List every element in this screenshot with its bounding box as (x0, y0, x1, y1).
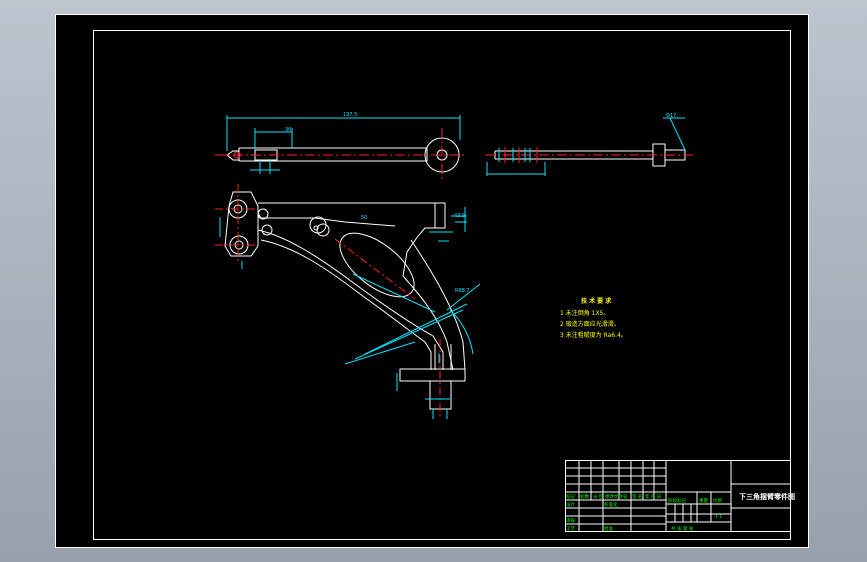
dim-top-left: 30 (285, 127, 291, 133)
tb-scale: 比例 (713, 497, 722, 504)
tb-count: 处数 (580, 493, 589, 500)
tech-req-item-1: 1 未注倒角 1X5。 (560, 309, 609, 317)
dim-front-small: 50 (361, 215, 367, 221)
tb-std: 标准化 (604, 501, 618, 508)
outer-border (55, 14, 809, 548)
tb-process: 工艺 (566, 526, 575, 532)
dim-overall-length: 197.5 (343, 112, 357, 118)
side-view (485, 117, 695, 176)
inner-frame (93, 30, 791, 540)
tb-docno: 更改文件号 (605, 493, 628, 500)
tb-design: 设计 (566, 501, 575, 508)
tb-date: 年 月 日 (645, 493, 661, 500)
drawing-canvas: 197.5 30 Φ17 R88.7 43.5 50 技 术 要 求 1 未注倒… (55, 14, 809, 548)
tb-mark: 标记 (566, 493, 575, 500)
part-name: 下三角摆臂零件图 (739, 492, 795, 501)
dim-right-diameter: Φ17 (666, 113, 676, 119)
title-block-text: 标记 处数 分 区 更改文件号 签 名 年 月 日 设计 标准化 审核 工艺 批… (566, 493, 722, 532)
tech-req-title: 技 术 要 求 (581, 297, 612, 305)
tb-weight: 重量 (699, 497, 708, 504)
tb-stage-mark: 阶段标记 (668, 497, 686, 504)
tb-sheets: 共 张 第 张 (671, 525, 694, 532)
tech-req-item-3: 3 未注粗糙度为 Ra6.4。 (560, 331, 627, 339)
tb-scale-value: 1:1 (715, 514, 722, 520)
front-view (215, 184, 481, 419)
dim-front-top-right: 43.5 (454, 213, 465, 219)
tb-audit: 审核 (566, 517, 575, 524)
dim-front-arc: R88.7 (455, 288, 470, 294)
top-view (215, 115, 467, 182)
tb-sign: 签 名 (632, 493, 642, 500)
technical-requirements: 技 术 要 求 1 未注倒角 1X5。 2 锻造方面应光滑滑。 3 未注粗糙度为… (560, 297, 627, 339)
cad-viewport[interactable]: 197.5 30 Φ17 R88.7 43.5 50 技 术 要 求 1 未注倒… (0, 0, 867, 562)
drawing-sheet: 197.5 30 Φ17 R88.7 43.5 50 技 术 要 求 1 未注倒… (55, 14, 809, 548)
tb-zone: 分 区 (593, 493, 604, 500)
tech-req-item-2: 2 锻造方面应光滑滑。 (560, 320, 620, 328)
tb-approve: 批准 (604, 525, 613, 532)
